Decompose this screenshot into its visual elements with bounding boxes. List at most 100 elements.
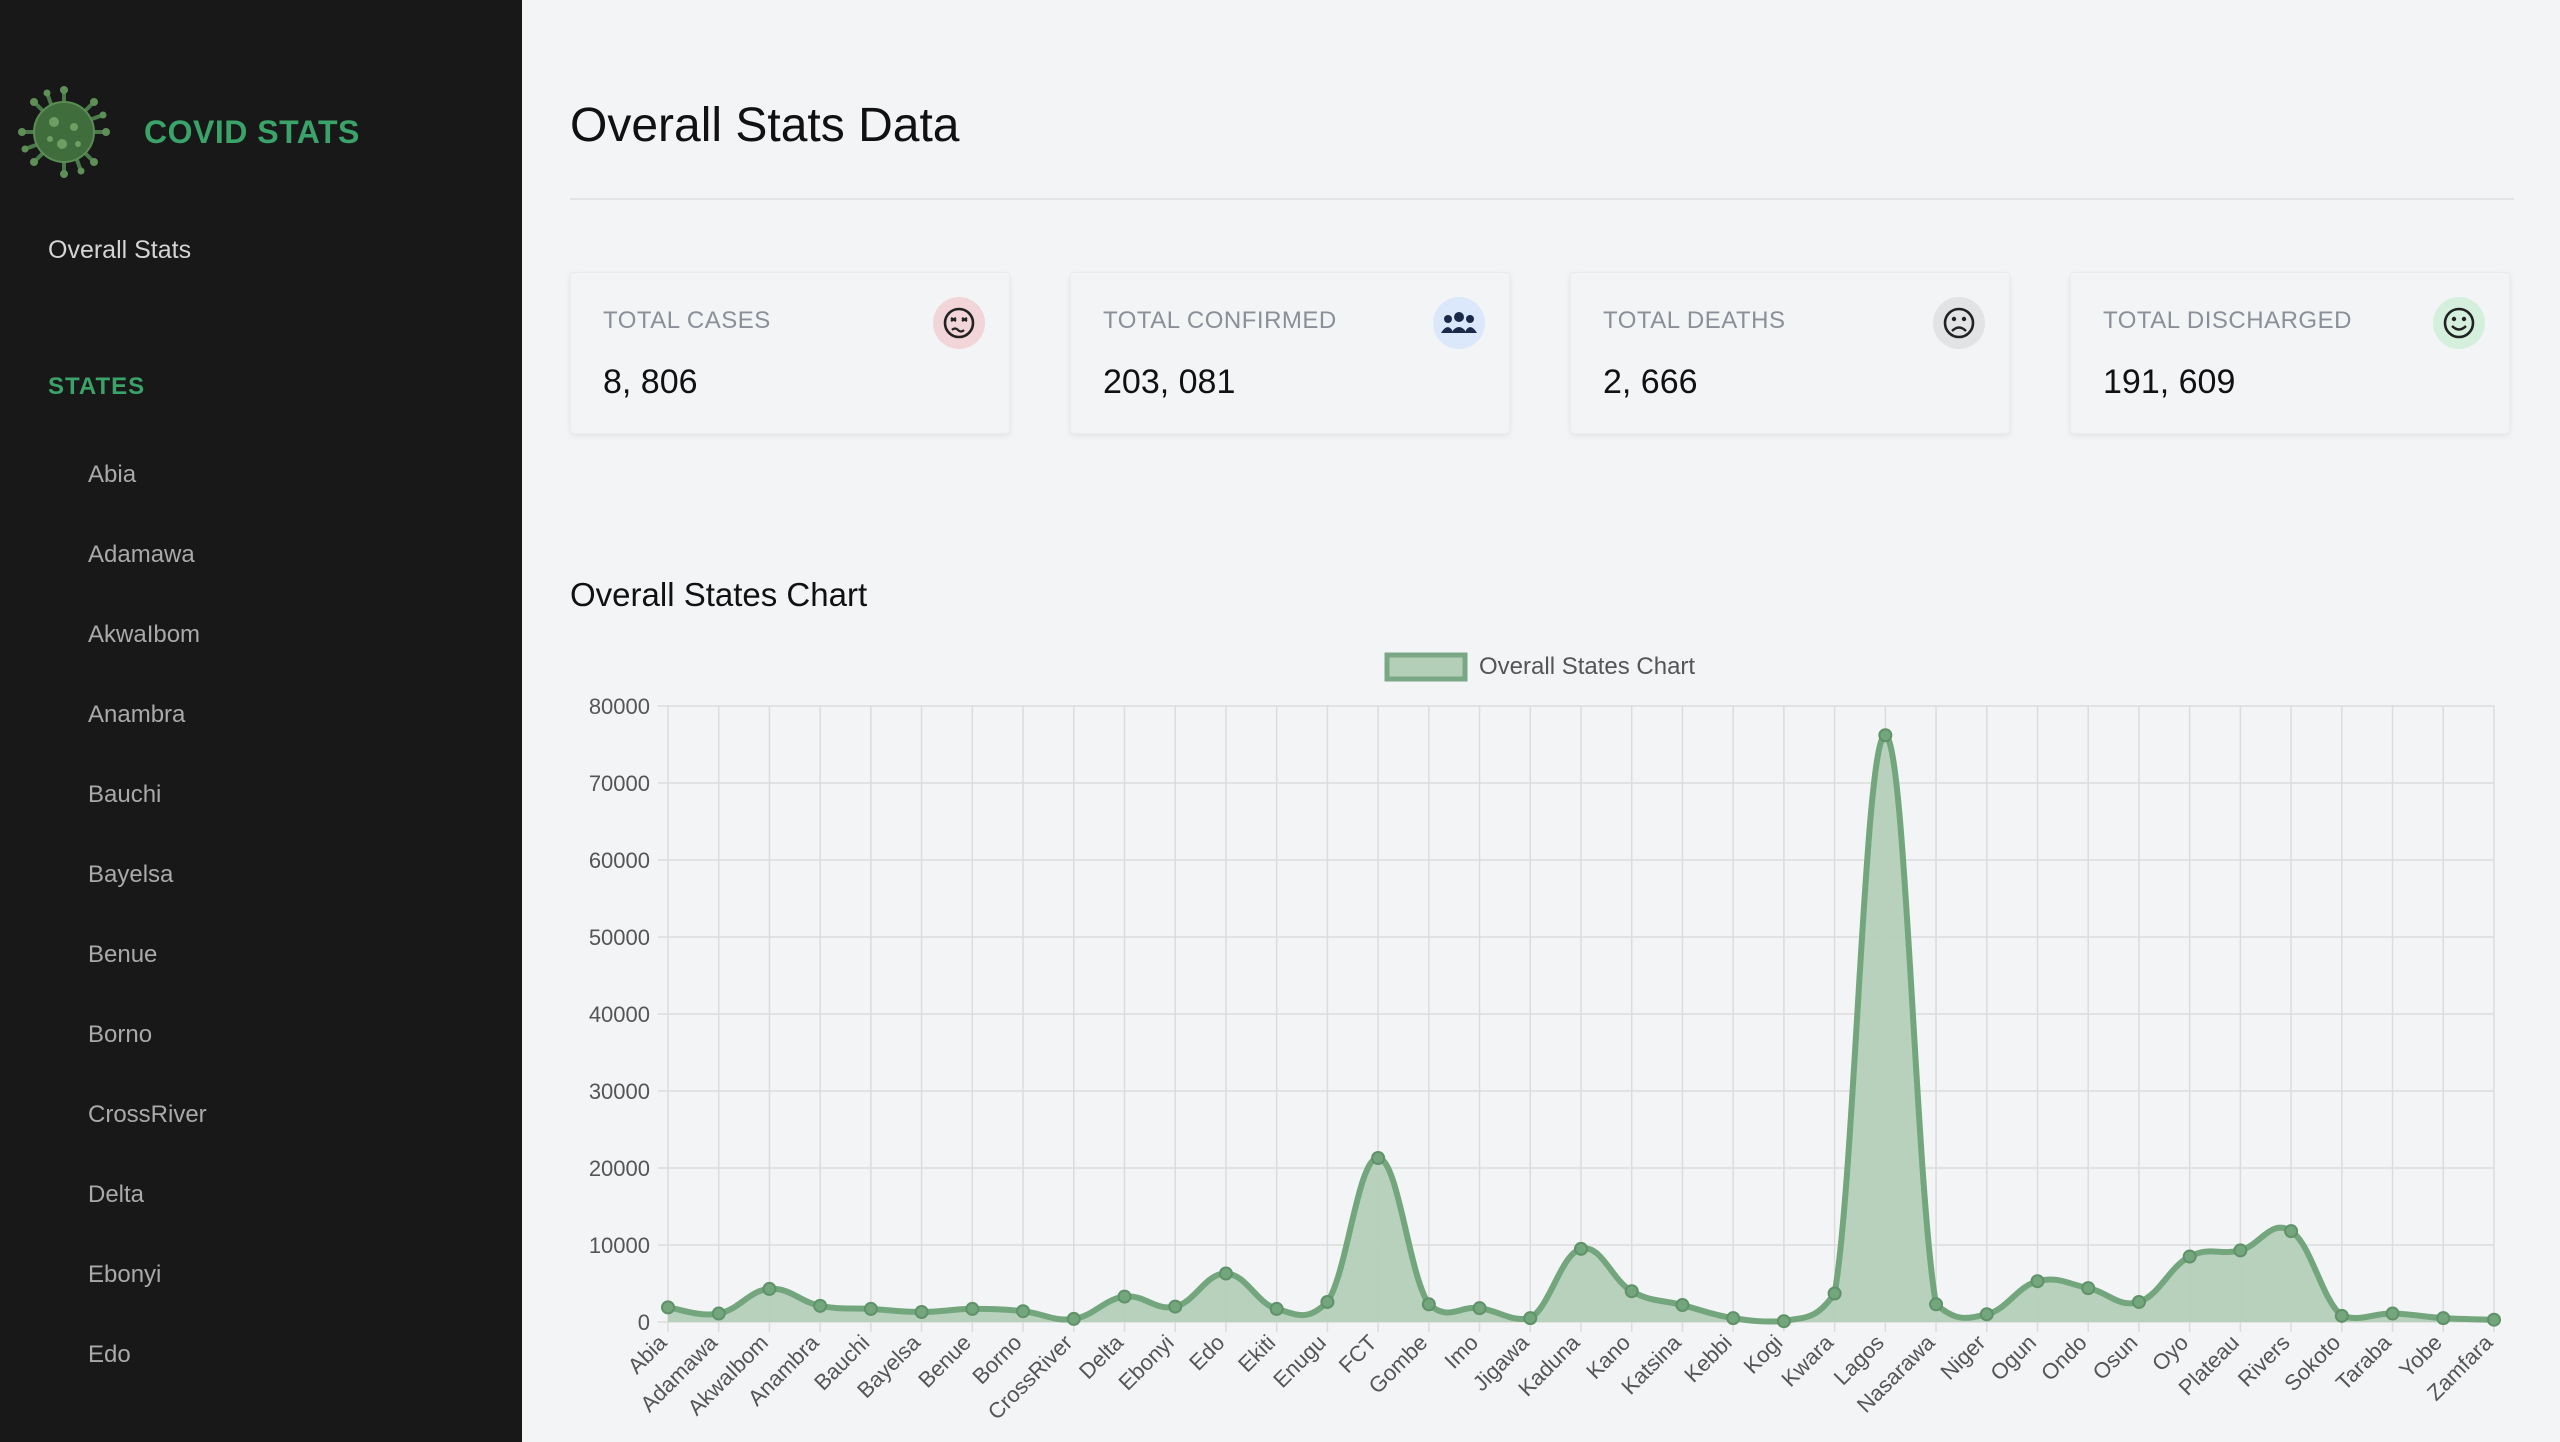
state-list: Abia Adamawa AkwaIbom Anambra Bauchi Bay… bbox=[88, 460, 207, 1420]
sidebar-item-state[interactable]: Abia bbox=[88, 460, 207, 540]
sidebar-item-state[interactable]: CrossRiver bbox=[88, 1100, 207, 1180]
sidebar-item-state[interactable]: AkwaIbom bbox=[88, 620, 207, 700]
divider bbox=[570, 198, 2514, 200]
x-tick-label: Ondo bbox=[2036, 1330, 2092, 1386]
page-title: Overall Stats Data bbox=[570, 99, 960, 152]
data-point bbox=[1878, 728, 1893, 743]
data-point bbox=[1016, 1304, 1031, 1319]
card-label: TOTAL DEATHS bbox=[1603, 307, 1786, 334]
data-point bbox=[2030, 1274, 2045, 1289]
data-point bbox=[1776, 1314, 1791, 1329]
data-point bbox=[2131, 1294, 2146, 1309]
data-point bbox=[863, 1301, 878, 1316]
data-point bbox=[1929, 1297, 1944, 1312]
data-point bbox=[661, 1300, 675, 1315]
data-point bbox=[1574, 1241, 1588, 1256]
data-point bbox=[1218, 1266, 1233, 1281]
y-tick-label: 0 bbox=[638, 1310, 650, 1335]
x-tick-label: Imo bbox=[1439, 1330, 1483, 1374]
data-point bbox=[1320, 1294, 1335, 1309]
data-point bbox=[1117, 1289, 1132, 1304]
sidebar-item-state[interactable]: Bauchi bbox=[88, 780, 207, 860]
legend-label: Overall States Chart bbox=[1479, 653, 1695, 680]
y-tick-label: 20000 bbox=[589, 1156, 650, 1181]
data-point bbox=[1827, 1286, 1842, 1301]
y-tick-label: 60000 bbox=[589, 848, 650, 873]
virus-logo-icon bbox=[18, 86, 110, 178]
data-point bbox=[2182, 1249, 2197, 1264]
x-tick-label: Kebbi bbox=[1679, 1330, 1736, 1387]
sidebar-item-state[interactable]: Benue bbox=[88, 940, 207, 1020]
y-tick-label: 50000 bbox=[589, 925, 650, 950]
y-tick-label: 40000 bbox=[589, 1002, 650, 1027]
data-point bbox=[1726, 1311, 1741, 1326]
sidebar-item-state[interactable]: Borno bbox=[88, 1020, 207, 1100]
data-point bbox=[1472, 1301, 1487, 1316]
data-point bbox=[1421, 1297, 1436, 1312]
stat-card-total-discharged: TOTAL DISCHARGED 191, 609 bbox=[2070, 272, 2510, 434]
data-point bbox=[1066, 1311, 1081, 1326]
x-tick-label: Enugu bbox=[1268, 1330, 1331, 1393]
data-point bbox=[1675, 1298, 1690, 1313]
group-icon bbox=[1433, 297, 1485, 349]
y-tick-label: 10000 bbox=[589, 1233, 650, 1258]
card-value: 203, 081 bbox=[1103, 363, 1236, 401]
x-tick-label: Kwara bbox=[1776, 1329, 1838, 1391]
data-point bbox=[813, 1298, 828, 1313]
stat-card-total-cases: TOTAL CASES 8, 806 bbox=[570, 272, 1010, 434]
data-point bbox=[762, 1281, 777, 1296]
x-tick-label: Sokoto bbox=[2279, 1330, 2345, 1396]
card-label: TOTAL CASES bbox=[603, 307, 771, 334]
sidebar-item-state[interactable]: Anambra bbox=[88, 700, 207, 780]
data-point bbox=[2436, 1311, 2451, 1326]
x-tick-label: Benue bbox=[913, 1330, 976, 1393]
card-value: 2, 666 bbox=[1603, 363, 1698, 401]
card-label: TOTAL CONFIRMED bbox=[1103, 307, 1337, 334]
sidebar-item-state[interactable]: Delta bbox=[88, 1180, 207, 1260]
sidebar-item-state[interactable]: Bayelsa bbox=[88, 860, 207, 940]
data-point bbox=[2334, 1308, 2349, 1323]
data-point bbox=[965, 1301, 980, 1316]
data-point bbox=[1979, 1307, 1994, 1322]
stat-card-total-deaths: TOTAL DEATHS 2, 666 bbox=[1570, 272, 2010, 434]
sick-face-icon bbox=[933, 297, 985, 349]
data-point bbox=[2385, 1306, 2400, 1321]
data-point bbox=[2081, 1281, 2096, 1296]
card-value: 191, 609 bbox=[2103, 363, 2236, 401]
x-tick-label: Osun bbox=[2088, 1330, 2143, 1385]
data-point bbox=[1168, 1299, 1183, 1314]
sidebar-item-state[interactable]: Adamawa bbox=[88, 540, 207, 620]
sad-face-icon bbox=[1933, 297, 1985, 349]
y-tick-label: 30000 bbox=[589, 1079, 650, 1104]
x-tick-label: Niger bbox=[1935, 1330, 1990, 1385]
chart-title: Overall States Chart bbox=[570, 576, 868, 613]
data-point bbox=[1371, 1150, 1386, 1165]
data-point bbox=[1269, 1301, 1284, 1316]
nav-overall-stats[interactable]: Overall Stats bbox=[48, 236, 191, 265]
data-point bbox=[711, 1306, 726, 1321]
y-tick-label: 80000 bbox=[589, 694, 650, 719]
data-point bbox=[1624, 1284, 1639, 1299]
legend-swatch bbox=[1384, 652, 1468, 682]
x-tick-label: Edo bbox=[1184, 1330, 1229, 1375]
sidebar-item-state[interactable]: Ebonyi bbox=[88, 1260, 207, 1340]
card-label: TOTAL DISCHARGED bbox=[2103, 307, 2352, 334]
x-tick-label: Ebonyi bbox=[1114, 1330, 1179, 1395]
states-heading: STATES bbox=[48, 373, 146, 400]
x-tick-label: Ogun bbox=[1985, 1330, 2041, 1386]
x-tick-label: Taraba bbox=[2331, 1329, 2397, 1395]
stat-card-total-confirmed: TOTAL CONFIRMED 203, 081 bbox=[1070, 272, 1510, 434]
states-area-chart: 0 10000 20000 30000 40000 50000 60000 70000 8000… bbox=[589, 652, 2501, 1424]
card-value: 8, 806 bbox=[603, 363, 698, 401]
smile-face-icon bbox=[2433, 297, 2485, 349]
sidebar: COVID STATS Overall Stats STATES Abia Ad… bbox=[0, 0, 522, 1442]
data-point bbox=[2487, 1312, 2501, 1327]
y-tick-label: 70000 bbox=[589, 771, 650, 796]
data-point bbox=[1523, 1311, 1538, 1326]
data-point bbox=[914, 1304, 929, 1319]
data-point bbox=[2233, 1243, 2248, 1258]
sidebar-item-state[interactable]: Edo bbox=[88, 1340, 207, 1420]
brand[interactable]: COVID STATS bbox=[14, 82, 360, 182]
brand-title: COVID STATS bbox=[144, 113, 360, 150]
data-point bbox=[2284, 1224, 2299, 1239]
